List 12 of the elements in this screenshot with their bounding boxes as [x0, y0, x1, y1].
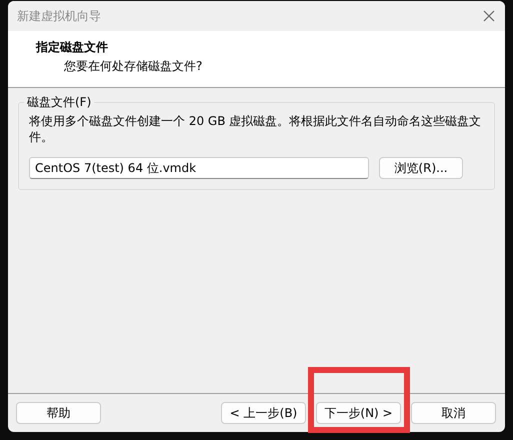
window-title: 新建虚拟机向导 — [17, 8, 101, 24]
page-subtitle: 您要在何处存储磁盘文件? — [64, 58, 204, 75]
close-icon[interactable] — [483, 10, 495, 22]
page-title: 指定磁盘文件 — [36, 39, 109, 56]
file-name-field[interactable]: CentOS 7(test) 64 位.vmdk — [29, 157, 369, 179]
browse-button[interactable]: 浏览(R)... — [379, 157, 463, 179]
help-button[interactable]: 帮助 — [16, 402, 101, 424]
wizard-button[interactable]: 下一步(N) > — [316, 402, 401, 424]
wizard-button[interactable]: 取消 — [411, 402, 496, 424]
group-label: 磁盘文件(F) — [26, 94, 92, 111]
wizard-button[interactable]: < 上一步(B) — [221, 402, 306, 424]
description-text: 将使用多个磁盘文件创建一个 20 GB 虚拟磁盘。将根据此文件名自动命名这些磁盘文件。 — [29, 113, 482, 145]
